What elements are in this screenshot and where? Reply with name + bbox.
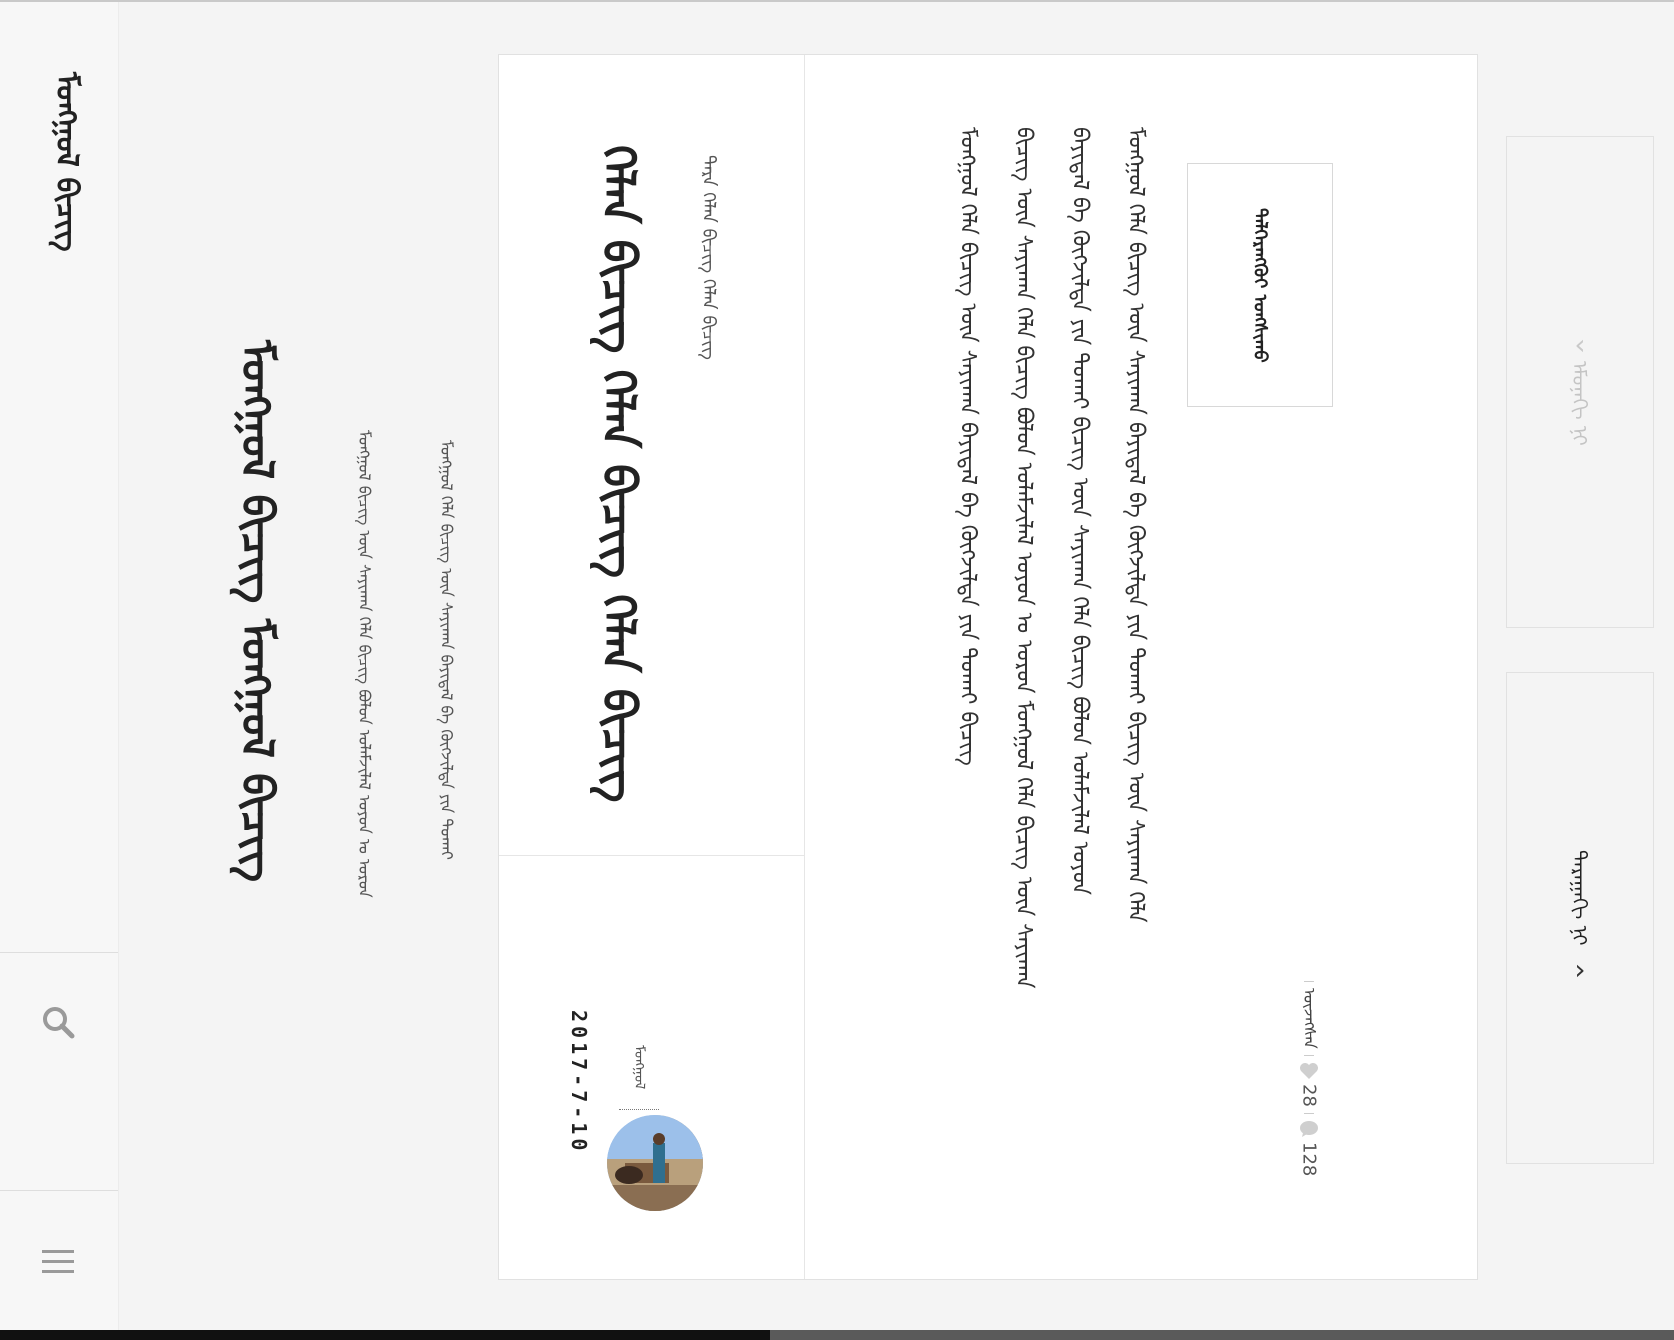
author-name[interactable]: ᠮᠣᠩᠭᠣᠯ — [627, 1045, 651, 1089]
taskbar-segment — [770, 1330, 1674, 1340]
post-meta: ᠦᠵᠡᠭᠰᠡᠨ 28 128 — [1289, 975, 1329, 1176]
sidebar-divider — [0, 1190, 118, 1191]
excerpt-line: ᠮᠣᠩᠭᠣᠯ ᠬᠡᠯᠡ ᠪᠢᠴᠢᠭ ᠦᠨ ᠰᠠᠶᠢᠬᠠᠨ ᠪᠠᠶᠢᠳᠠᠯ ᠪᠠ … — [1123, 127, 1148, 923]
chevron-left-icon: ‹ — [1574, 328, 1586, 362]
comment-count: 128 — [1298, 1141, 1320, 1177]
post-date: 2017-7-10 — [567, 1010, 591, 1155]
search-icon — [43, 1007, 75, 1039]
top-border — [0, 0, 1674, 2]
excerpt-line: ᠪᠢᠴᠢᠭ ᠦᠨ ᠰᠠᠶᠢᠬᠠᠨ ᠬᠡᠯᠡ ᠪᠢᠴᠢᠭ ᠪᠣᠯᠤᠨ ᠤᠯᠠᠮᠵᠢ… — [1011, 127, 1036, 989]
search-button[interactable] — [30, 994, 86, 1050]
post-header: ᠬᠡᠯᠡᠨ ᠪᠢᠴᠢᠭ ᠬᠡᠯᠡᠨ ᠪᠢᠴᠢᠭ ᠬᠡᠯᠡᠨ ᠪᠢᠴᠢᠭ ᠲᠡᠷᠡ… — [499, 55, 805, 1279]
read-more-label: ᠳᠡᠯᠭᠡᠷᠡᠩᠭᠦᠢ ᠤᠩᠰᠢᠬᠤ — [1249, 207, 1271, 363]
chevron-right-icon: › — [1574, 953, 1586, 987]
blog-description: ᠮᠣᠩᠭᠣᠯ ᠬᠡᠯᠡ ᠪᠢᠴᠢᠭ ᠦᠨ ᠰᠠᠶᠢᠬᠠᠨ ᠪᠠᠶᠢᠳᠠᠯ ᠪᠠ … — [437, 440, 456, 860]
prev-page-label: ᠡᠮᠦᠨᠡᠬᠢ ᠨᠢ — [1567, 361, 1592, 446]
avatar-photo — [607, 1115, 703, 1211]
heart-icon[interactable] — [1299, 1062, 1319, 1080]
like-count: 28 — [1298, 1083, 1320, 1107]
comment-icon[interactable] — [1299, 1120, 1319, 1138]
excerpt-line: ᠮᠣᠩᠭᠣᠯ ᠬᠡᠯᠡ ᠪᠢᠴᠢᠭ ᠦᠨ ᠰᠠᠶᠢᠬᠠᠨ ᠪᠠᠶᠢᠳᠠᠯ ᠪᠠ … — [955, 127, 980, 766]
meta-separator — [1304, 1112, 1314, 1114]
post-title[interactable]: ᠬᠡᠯᠡᠨ ᠪᠢᠴᠢᠭ ᠬᠡᠯᠡᠨ ᠪᠢᠴᠢᠭ ᠬᠡᠯᠡᠨ ᠪᠢᠴᠢᠭ — [579, 145, 659, 803]
post-excerpt: ᠮᠣᠩᠭᠣᠯ ᠬᠡᠯᠡ ᠪᠢᠴᠢᠭ ᠦᠨ ᠰᠠᠶᠢᠬᠠᠨ ᠪᠠᠶᠢᠳᠠᠯ ᠪᠠ … — [939, 127, 1163, 1247]
menu-button[interactable] — [30, 1234, 86, 1290]
read-more-button[interactable]: ᠳᠡᠯᠭᠡᠷᠡᠩᠭᠦᠢ ᠤᠩᠰᠢᠬᠤ — [1187, 163, 1333, 407]
excerpt-line: ᠪᠠᠶᠢᠳᠠᠯ ᠪᠠ ᠬᠥᠭᠵᠢᠯᠲᠡ ᠶᠢᠨ ᠲᠤᠬᠠᠢ ᠪᠢᠴᠢᠭ ᠦᠨ ᠰ… — [1067, 127, 1092, 896]
blog-subtitle: ᠮᠣᠩᠭᠣᠯ ᠪᠢᠴᠢᠭ᠌ ᠦᠨ ᠰᠠᠶᠢᠬᠠᠨ ᠬᠡᠯᠡ ᠪᠢᠴᠢᠭ ᠪᠣᠯᠤ… — [355, 430, 374, 898]
menu-icon — [42, 1250, 74, 1273]
blog-title: ᠮᠣᠩᠭᠣᠯ ᠪᠢᠴᠢᠭ ᠮᠣᠩᠭᠣᠯ ᠪᠢᠴᠢᠭ — [231, 340, 282, 883]
site-logo[interactable]: ᠮᠣᠩᠭᠣᠯ ᠪᠢᠴᠢᠭ — [40, 72, 93, 252]
taskbar — [0, 1330, 1674, 1340]
sidebar-divider — [0, 952, 118, 953]
post-card: ᠬᠡᠯᠡᠨ ᠪᠢᠴᠢᠭ ᠬᠡᠯᠡᠨ ᠪᠢᠴᠢᠭ ᠬᠡᠯᠡᠨ ᠪᠢᠴᠢᠭ ᠲᠡᠷᠡ… — [498, 54, 1478, 1280]
header-divider — [499, 855, 804, 856]
prev-page-button[interactable]: ‹ ᠡᠮᠦᠨᠡᠬᠢ ᠨᠢ — [1506, 136, 1654, 628]
post-category[interactable]: ᠲᠡᠷᠡ ᠬᠡᠯᠡᠨ ᠪᠢᠴᠢᠭ ᠬᠡᠯᠡᠨ ᠪᠢᠴᠢᠭ — [693, 155, 724, 360]
avatar[interactable] — [607, 1115, 703, 1211]
meta-separator — [1304, 981, 1314, 982]
next-page-button[interactable]: ᠳᠠᠷᠠᠭᠠᠬᠢ ᠨᠢ › — [1506, 672, 1654, 1164]
next-page-label: ᠳᠠᠷᠠᠭᠠᠬᠢ ᠨᠢ — [1567, 849, 1592, 946]
views-label: ᠦᠵᠡᠭᠰᠡᠨ — [1300, 988, 1319, 1049]
meta-separator — [1304, 1054, 1314, 1056]
sidebar: ᠮᠣᠩᠭᠣᠯ ᠪᠢᠴᠢᠭ — [0, 2, 119, 1330]
author-underline — [619, 1109, 659, 1110]
